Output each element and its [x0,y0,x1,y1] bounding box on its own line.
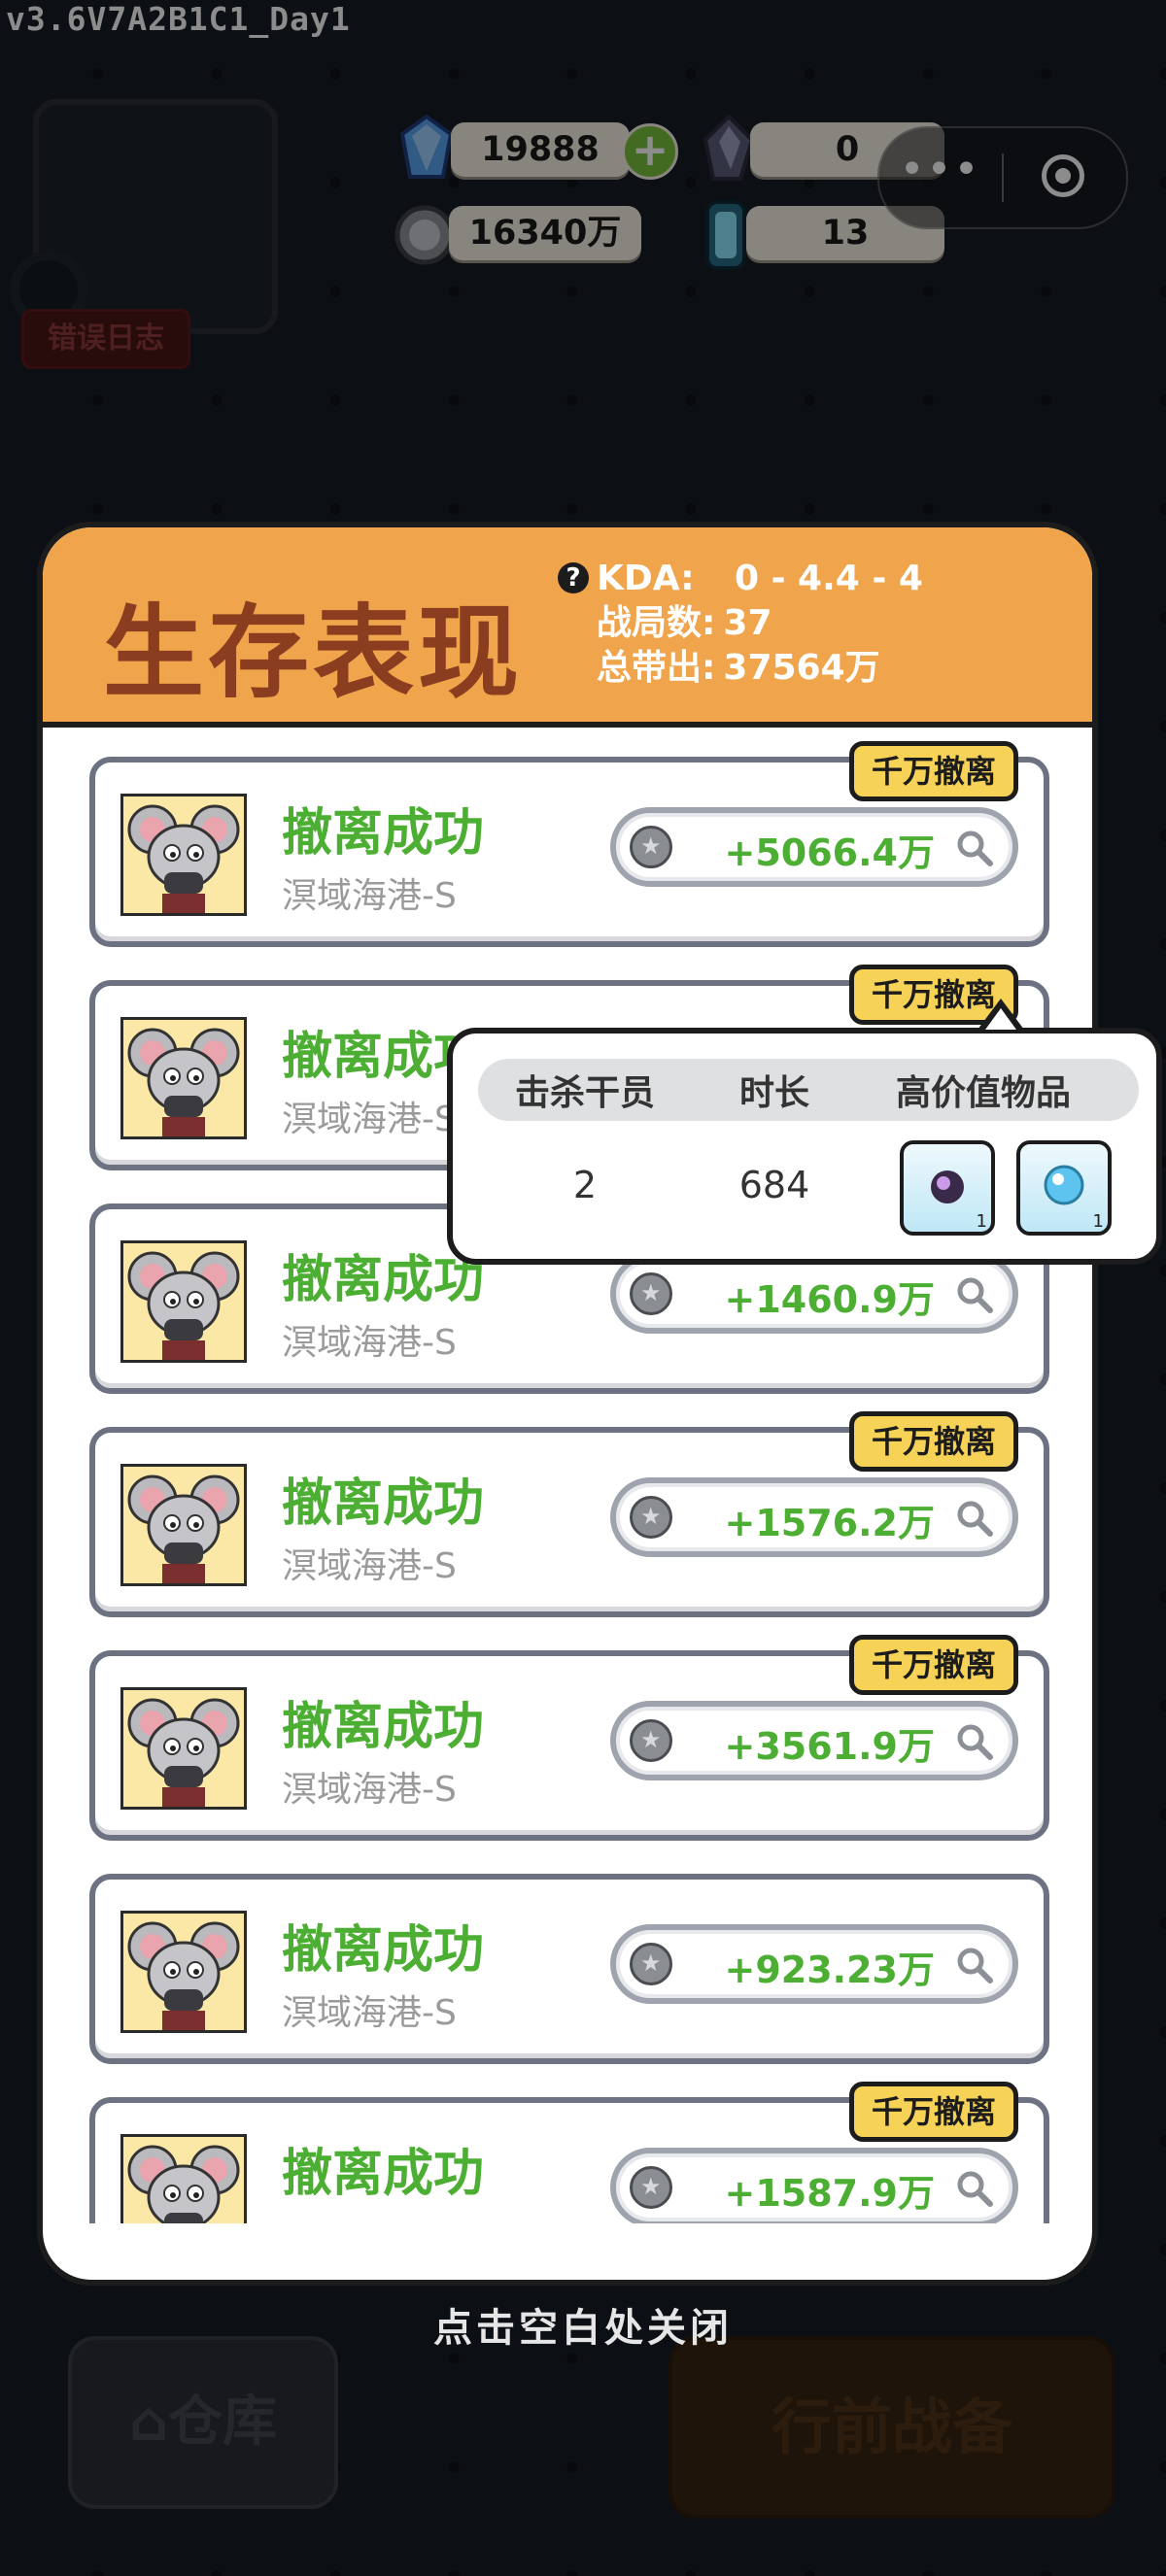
character-avatar [120,794,247,916]
crystal-orb-icon[interactable]: 1 [1016,1140,1112,1236]
record-status: 撤离成功 [282,1474,485,1533]
record-map: 溟域海港-S [282,1100,457,1139]
record-value: +3561.9万 [724,1725,935,1768]
search-icon[interactable] [954,2168,995,2209]
popover-arrow [977,999,1024,1030]
stat-value: 37 [723,603,772,643]
duration-value: 684 [738,1164,810,1206]
stat-value: 0 - 4.4 - 4 [735,559,923,598]
panel-header: 生存表现 ? KDA: 0 - 4.4 - 4 战局数: 37 总带出: 375… [43,527,1092,728]
record-card[interactable]: 撤离成功溟域海港-S +3561.9万 千万撤离 [89,1635,1049,1841]
record-map: 溟域海港-S [282,1770,457,1810]
stat-key: KDA: [597,559,695,598]
item-count: 1 [976,1211,987,1232]
mouse-character-icon [127,1474,240,1583]
record-card[interactable]: 撤离成功溟域海港-S +1576.2万 千万撤离 [89,1411,1049,1617]
record-value-pill[interactable]: +923.23万 [610,1924,1018,2004]
ten-million-badge: 千万撤离 [848,1411,1018,1472]
popover-header: 击杀干员 时长 高价值物品 [478,1059,1139,1121]
record-map: 溟域海港-S [282,1546,457,1586]
record-value: +1587.9万 [724,2172,935,2215]
record-value: +923.23万 [724,1949,935,1991]
record-status: 撤离成功 [282,1698,485,1756]
coin-icon [630,1943,672,1985]
record-value-pill[interactable]: +5066.4万 [610,807,1018,887]
ten-million-badge: 千万撤离 [848,2082,1018,2142]
mouse-character-icon [127,1698,240,1807]
survival-performance-panel: 生存表现 ? KDA: 0 - 4.4 - 4 战局数: 37 总带出: 375… [37,522,1098,2286]
record-value-pill[interactable]: +1576.2万 [610,1477,1018,1557]
character-avatar [120,2134,247,2223]
search-icon[interactable] [954,1721,995,1762]
character-avatar [120,1017,247,1139]
record-value-pill[interactable]: +1587.9万 [610,2148,1018,2223]
purple-gem-icon[interactable]: 1 [900,1140,995,1236]
stat-key: 战局数: [597,603,716,643]
stat-row-total: 总带出: 37564万 [558,646,923,691]
record-value: +5066.4万 [724,831,935,874]
record-status: 撤离成功 [282,1921,485,1980]
character-avatar [120,1464,247,1586]
mouse-character-icon [127,1921,240,2030]
record-card[interactable]: 撤离成功 +1587.9万 千万撤离 [89,2082,1049,2223]
character-avatar [120,1240,247,1363]
record-map: 溟域海港-S [282,1323,457,1363]
stat-key: 总带出: [597,648,716,688]
stats-summary: ? KDA: 0 - 4.4 - 4 战局数: 37 总带出: 37564万 [558,557,923,691]
ten-million-badge: 千万撤离 [848,1635,1018,1695]
coin-icon [630,1272,672,1315]
coin-icon [630,826,672,868]
panel-title: 生存表现 [103,593,524,712]
record-detail-popover: 击杀干员 时长 高价值物品 2 684 1 1 [447,999,1162,1265]
mouse-character-icon [127,1251,240,1360]
coin-icon [630,1719,672,1762]
coin-icon [630,1496,672,1539]
record-status: 撤离成功 [282,804,485,863]
record-value: +1460.9万 [724,1278,935,1321]
stat-row-matches: 战局数: 37 [558,601,923,646]
mouse-character-icon [127,2145,240,2223]
record-value: +1576.2万 [724,1502,935,1544]
help-icon[interactable]: ? [558,562,589,593]
header-kills: 击杀干员 [514,1073,655,1113]
character-avatar [120,1911,247,2033]
record-card[interactable]: 撤离成功溟域海港-S +5066.4万 千万撤离 [89,741,1049,947]
item-count: 1 [1092,1211,1104,1232]
search-icon[interactable] [954,828,995,868]
search-icon[interactable] [954,1274,995,1315]
record-list[interactable]: 撤离成功溟域海港-S+5066.4万千万撤离撤离成功溟域海港-S千万撤离撤离成功… [43,728,1092,2223]
header-duration: 时长 [738,1073,809,1113]
header-items: 高价值物品 [895,1073,1071,1113]
record-value-pill[interactable]: +3561.9万 [610,1701,1018,1780]
close-hint: 点击空白处关闭 [433,2306,733,2351]
stat-value: 37564万 [723,648,880,688]
record-card[interactable]: 撤离成功溟域海港-S +923.23万 [89,1874,1049,2064]
record-value-pill[interactable]: +1460.9万 [610,1254,1018,1334]
record-map: 溟域海港-S [282,876,457,916]
record-map: 溟域海港-S [282,1993,457,2033]
kills-value: 2 [572,1164,598,1206]
coin-icon [630,2166,672,2209]
ten-million-badge: 千万撤离 [848,741,1018,801]
mouse-character-icon [127,1028,240,1136]
stat-row-kda: ? KDA: 0 - 4.4 - 4 [558,557,923,601]
record-status: 撤离成功 [282,2145,485,2203]
popover-body: 2 684 1 1 [478,1136,1139,1243]
search-icon[interactable] [954,1945,995,1985]
mouse-character-icon [127,804,240,913]
character-avatar [120,1687,247,1810]
search-icon[interactable] [954,1498,995,1539]
